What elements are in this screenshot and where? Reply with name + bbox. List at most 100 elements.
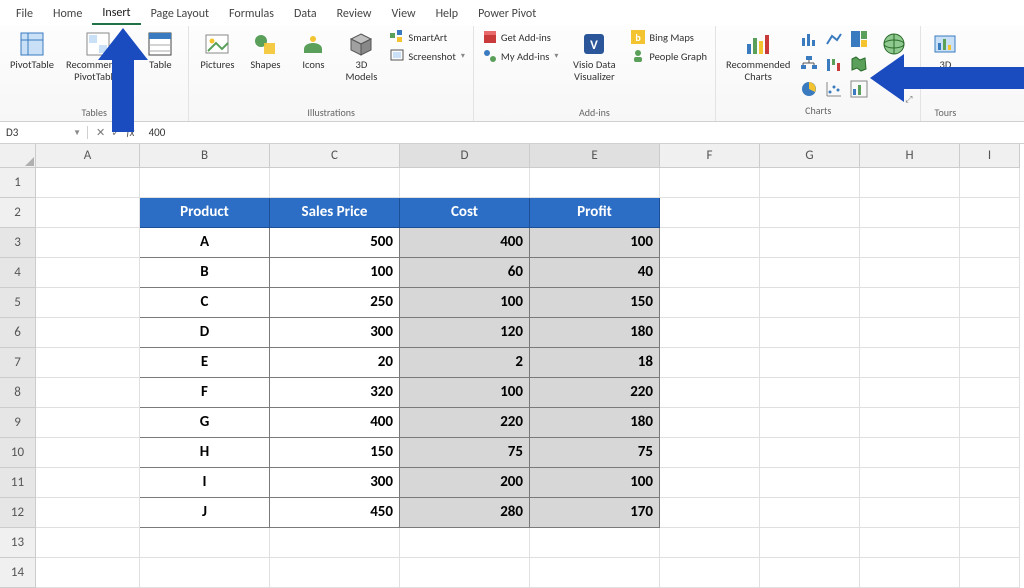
row-header[interactable]: 10 (0, 438, 36, 468)
cell[interactable]: 170 (530, 498, 660, 528)
cell[interactable] (36, 168, 140, 198)
people-graph-button[interactable]: People Graph (628, 47, 709, 65)
cell[interactable]: B (140, 258, 270, 288)
icons-button[interactable]: Icons (291, 28, 335, 73)
cell[interactable]: 100 (530, 468, 660, 498)
tab-page-layout[interactable]: Page Layout (141, 3, 219, 24)
cell[interactable] (660, 198, 760, 228)
cell[interactable] (960, 288, 1020, 318)
cell[interactable]: 100 (270, 258, 400, 288)
col-header-a[interactable]: A (36, 144, 140, 168)
cell[interactable] (760, 288, 860, 318)
cell[interactable] (36, 558, 140, 588)
cell[interactable]: 100 (400, 378, 530, 408)
cell[interactable]: Sales Price (270, 198, 400, 228)
cell[interactable]: 180 (530, 408, 660, 438)
map-chart-button[interactable] (848, 53, 870, 75)
shapes-button[interactable]: Shapes (243, 28, 287, 73)
cell[interactable] (760, 498, 860, 528)
tab-view[interactable]: View (382, 3, 426, 24)
cell[interactable] (760, 528, 860, 558)
cell[interactable]: Profit (530, 198, 660, 228)
cell[interactable] (860, 528, 960, 558)
cell[interactable]: F (140, 378, 270, 408)
cell[interactable] (36, 378, 140, 408)
row-header[interactable]: 6 (0, 318, 36, 348)
cell[interactable]: J (140, 498, 270, 528)
visio-button[interactable]: V Visio Data Visualizer (564, 28, 624, 84)
cell[interactable] (660, 288, 760, 318)
tab-power-pivot[interactable]: Power Pivot (468, 3, 546, 24)
cell[interactable] (860, 168, 960, 198)
row-header[interactable]: 13 (0, 528, 36, 558)
cell[interactable]: 280 (400, 498, 530, 528)
cell[interactable] (960, 408, 1020, 438)
tab-file[interactable]: File (6, 3, 43, 24)
row-header[interactable]: 14 (0, 558, 36, 588)
col-header-g[interactable]: G (760, 144, 860, 168)
cell[interactable] (270, 558, 400, 588)
cell[interactable] (530, 168, 660, 198)
cell[interactable] (860, 348, 960, 378)
cell[interactable] (860, 318, 960, 348)
cell[interactable]: 400 (400, 228, 530, 258)
cell[interactable] (36, 348, 140, 378)
cell[interactable] (660, 468, 760, 498)
cell[interactable] (860, 558, 960, 588)
cell[interactable] (760, 228, 860, 258)
cell[interactable] (530, 528, 660, 558)
row-header[interactable]: 11 (0, 468, 36, 498)
cell[interactable]: G (140, 408, 270, 438)
cell[interactable]: Cost (400, 198, 530, 228)
tab-formulas[interactable]: Formulas (219, 3, 284, 24)
waterfall-chart-button[interactable] (823, 53, 845, 75)
cell[interactable] (660, 318, 760, 348)
row-header[interactable]: 3 (0, 228, 36, 258)
cell[interactable]: 300 (270, 318, 400, 348)
cell[interactable] (400, 168, 530, 198)
row-header[interactable]: 8 (0, 378, 36, 408)
cell[interactable] (660, 498, 760, 528)
tab-insert[interactable]: Insert (92, 2, 140, 25)
cell[interactable] (860, 498, 960, 528)
cell[interactable] (860, 378, 960, 408)
3d-models-button[interactable]: 3D Models (339, 28, 383, 84)
row-header[interactable]: 9 (0, 408, 36, 438)
cell[interactable]: 150 (270, 438, 400, 468)
cell[interactable] (400, 558, 530, 588)
name-box[interactable]: D3▼ (0, 126, 88, 139)
cell[interactable]: 150 (530, 288, 660, 318)
cell[interactable] (36, 468, 140, 498)
recommended-charts-button[interactable]: Recommended Charts (722, 28, 794, 84)
tab-data[interactable]: Data (284, 3, 327, 24)
col-header-h[interactable]: H (860, 144, 960, 168)
cell[interactable] (660, 228, 760, 258)
cell[interactable] (760, 198, 860, 228)
cell[interactable] (530, 558, 660, 588)
cell[interactable] (660, 528, 760, 558)
cell[interactable] (140, 558, 270, 588)
cell[interactable] (860, 468, 960, 498)
cell[interactable]: 180 (530, 318, 660, 348)
cell[interactable] (860, 228, 960, 258)
cell[interactable] (270, 168, 400, 198)
row-header[interactable]: 7 (0, 348, 36, 378)
col-header-c[interactable]: C (270, 144, 400, 168)
tab-help[interactable]: Help (426, 3, 469, 24)
row-header[interactable]: 2 (0, 198, 36, 228)
cell[interactable] (36, 258, 140, 288)
cell[interactable]: 100 (400, 288, 530, 318)
cell[interactable]: E (140, 348, 270, 378)
cell[interactable] (36, 408, 140, 438)
cell[interactable] (960, 168, 1020, 198)
column-chart-button[interactable] (798, 28, 820, 50)
cell[interactable] (960, 498, 1020, 528)
select-all-corner[interactable] (0, 144, 36, 168)
cell[interactable] (36, 318, 140, 348)
cell[interactable] (270, 528, 400, 558)
cell[interactable] (36, 198, 140, 228)
cell[interactable]: 320 (270, 378, 400, 408)
cell[interactable] (860, 288, 960, 318)
treemap-chart-button[interactable] (848, 28, 870, 50)
cell[interactable]: 75 (530, 438, 660, 468)
